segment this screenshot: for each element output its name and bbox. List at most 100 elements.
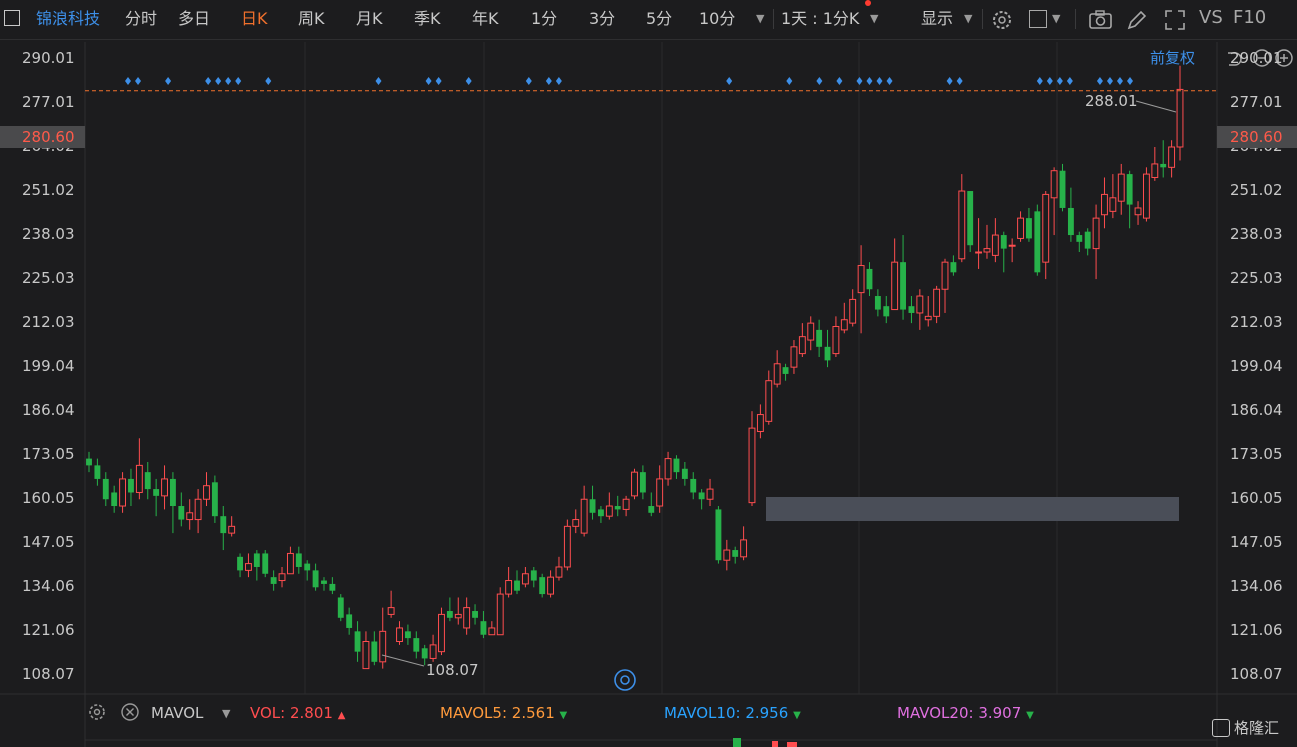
candle <box>1067 187 1074 242</box>
candle-body <box>220 516 227 534</box>
candle <box>111 485 118 513</box>
y-tick-right-10: 160.05 <box>1230 489 1283 508</box>
mavol10-label: MAVOL10: <box>664 704 741 722</box>
candle <box>648 492 655 517</box>
candle-body <box>983 248 991 253</box>
candle-body <box>656 478 664 507</box>
candle <box>530 566 537 588</box>
kline-chart[interactable]: 288.01 108.07 <box>0 0 1297 747</box>
close-indicator-icon[interactable] <box>119 701 141 723</box>
candle-body <box>1176 88 1184 148</box>
candle-body <box>128 478 134 493</box>
candle <box>908 296 915 324</box>
candle-body <box>958 190 966 260</box>
candle <box>1008 238 1016 263</box>
candle <box>505 566 513 598</box>
y-tick-left-14: 108.07 <box>22 665 75 684</box>
candle-body <box>773 363 781 385</box>
y-tick-left-4: 238.03 <box>22 224 75 243</box>
candle <box>900 235 906 320</box>
candle-body <box>555 566 563 578</box>
candle <box>874 289 881 317</box>
buy-signal-diamond-icon <box>465 77 472 85</box>
candle-body <box>941 261 949 290</box>
indicator-selector[interactable]: MAVOL <box>151 704 203 722</box>
candle-body <box>111 492 118 507</box>
candle-body <box>1160 163 1167 168</box>
candle-body <box>1109 197 1117 212</box>
watermark-text: 格隆汇 <box>1234 719 1280 737</box>
vol-value-group: VOL: 2.801 ▲ <box>250 704 345 722</box>
candle <box>354 621 361 662</box>
candle <box>94 458 101 486</box>
candles-group <box>86 65 1184 670</box>
candle <box>312 563 319 591</box>
candle <box>286 546 294 575</box>
candle-body <box>237 556 243 571</box>
current-price-tag-left: 280.60 <box>0 126 85 148</box>
candle-body <box>135 464 143 493</box>
candle-body <box>438 613 445 653</box>
candle-body <box>1050 170 1058 199</box>
indicator-settings-gear-icon[interactable] <box>86 701 108 723</box>
candle <box>387 590 395 618</box>
candle <box>463 597 471 635</box>
candle <box>664 451 672 486</box>
at-icon[interactable] <box>614 669 636 691</box>
candle <box>488 621 496 636</box>
buy-signal-diamond-icon <box>435 77 442 85</box>
candle <box>211 475 218 523</box>
candle <box>438 607 445 656</box>
candle <box>1034 204 1041 276</box>
buy-signal-diamond-icon <box>886 77 893 85</box>
candle <box>413 631 420 659</box>
candle <box>832 316 840 357</box>
candle <box>1101 177 1108 229</box>
buy-signal-diamond-icon <box>215 77 222 85</box>
candle-body <box>253 553 260 567</box>
candle-body <box>832 326 840 355</box>
candle <box>1084 228 1091 256</box>
candle-body <box>178 506 185 520</box>
candle-body <box>329 583 336 591</box>
candle-body <box>505 580 513 595</box>
candle-body <box>547 576 555 595</box>
candle-body <box>1008 244 1016 247</box>
candle <box>916 289 924 330</box>
candle <box>824 329 831 368</box>
candle-body <box>295 553 302 567</box>
y-tick-left-10: 160.05 <box>22 489 75 508</box>
buy-signal-diamond-icon <box>265 77 272 85</box>
candle <box>1042 191 1050 280</box>
candle <box>798 323 806 357</box>
candle <box>128 468 134 507</box>
candle <box>547 570 555 598</box>
candle <box>1092 204 1100 280</box>
buy-signal-diamond-icon <box>135 77 142 85</box>
y-tick-left-3: 251.02 <box>22 180 75 199</box>
y-tick-right-5: 225.03 <box>1230 268 1283 287</box>
candle <box>715 506 722 564</box>
candle <box>228 516 236 537</box>
candle <box>1109 174 1117 219</box>
buy-signal-diamond-icon <box>816 77 823 85</box>
y-tick-left-13: 121.06 <box>22 621 75 640</box>
y-tick-right-3: 251.02 <box>1230 180 1283 199</box>
candle-body <box>421 648 428 659</box>
candle-body <box>605 505 613 517</box>
candle-body <box>580 498 588 534</box>
y-tick-left-6: 212.03 <box>22 313 75 332</box>
buy-signal-diamond-icon <box>375 77 382 85</box>
candle-body <box>824 346 831 361</box>
candle-body <box>648 506 655 513</box>
candle-body <box>563 525 571 568</box>
candle <box>1160 140 1167 178</box>
candle <box>429 634 437 662</box>
candle-body <box>723 549 731 561</box>
buy-signal-diamond-icon <box>545 77 552 85</box>
selection-highlight-box <box>766 497 1179 521</box>
indicator-chevron-icon[interactable]: ▼ <box>222 707 230 720</box>
candle-body <box>614 506 621 510</box>
high-callout: 288.01 <box>1085 92 1177 113</box>
buy-signal-diamond-icon <box>876 77 883 85</box>
